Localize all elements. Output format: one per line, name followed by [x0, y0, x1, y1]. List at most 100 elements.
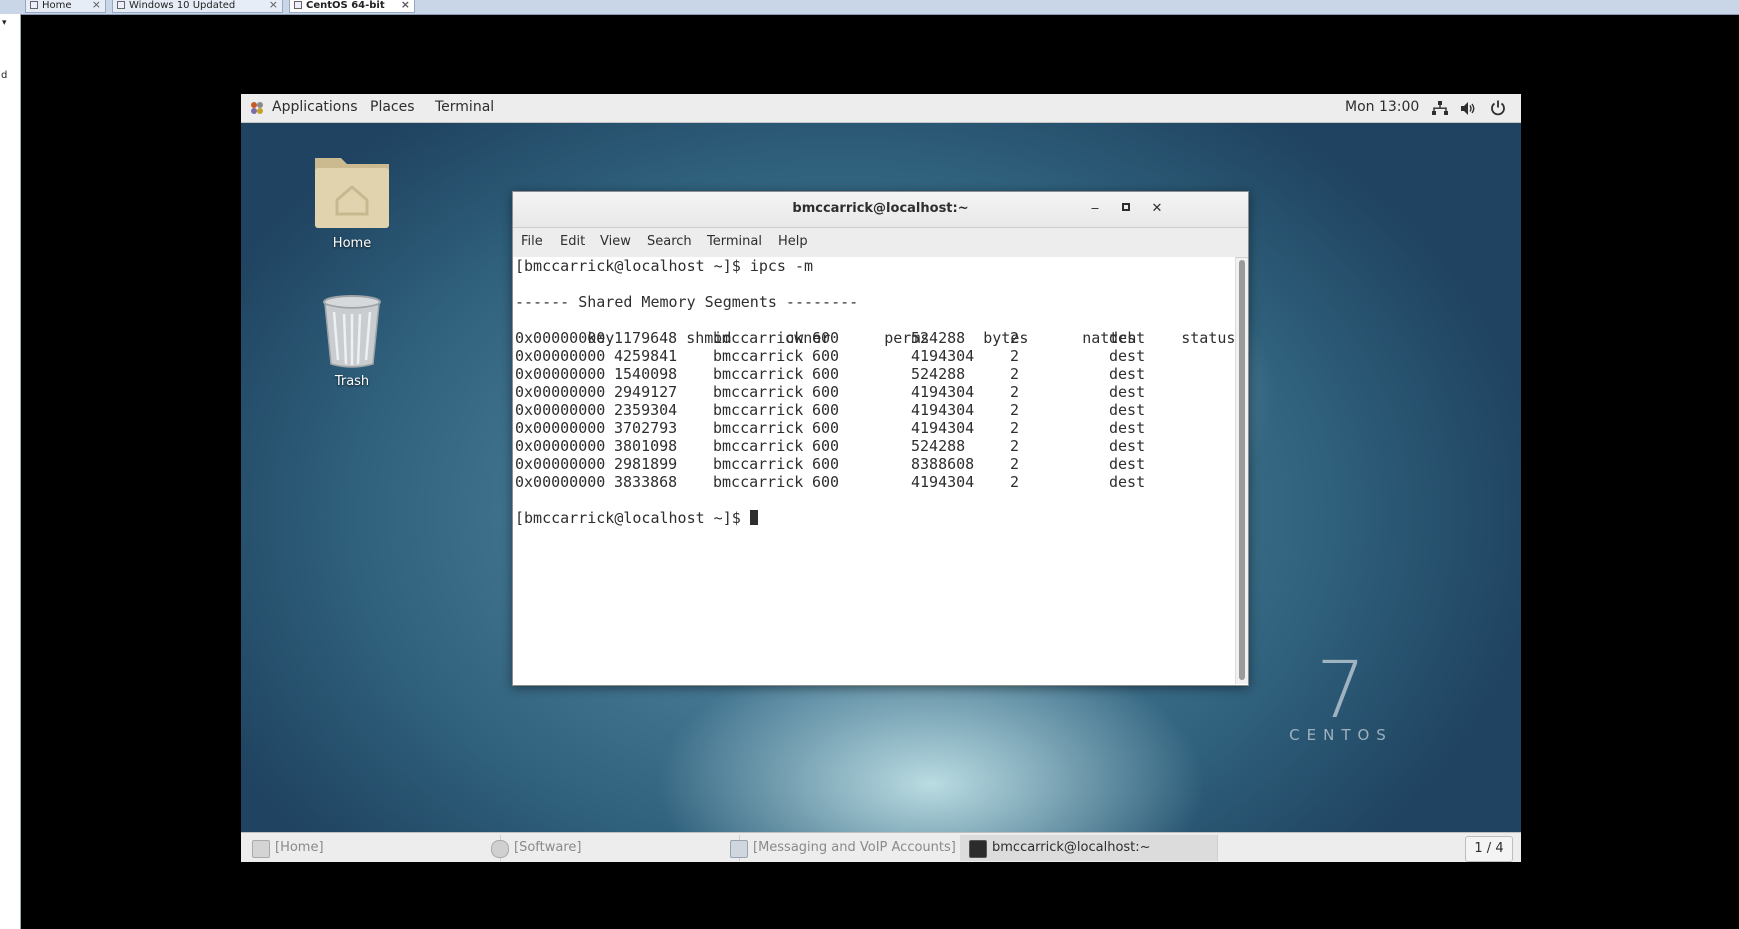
desktop-trash[interactable]: Trash: [302, 294, 402, 389]
segment-cell: 2: [1010, 437, 1020, 455]
menu-edit[interactable]: Edit: [560, 234, 585, 249]
segment-cell: bmccarrick: [713, 419, 804, 437]
close-icon[interactable]: ×: [269, 0, 278, 10]
segment-cell: 0x00000000: [515, 473, 606, 491]
segment-cell: 0x00000000: [515, 365, 606, 383]
terminal-title: bmccarrick@localhost:~: [792, 201, 969, 216]
segment-cell: 524288: [911, 437, 966, 455]
segment-row: 0x00000000 3833868 bmccarrick 600 4194304 2 de…: [515, 473, 1235, 491]
close-icon[interactable]: ✕: [1147, 199, 1167, 219]
taskbar-item-messaging[interactable]: [Messaging and VoIP Accounts]: [721, 835, 979, 861]
host-tab-label: CentOS 64-bit: [306, 0, 385, 11]
menu-file[interactable]: File: [521, 234, 543, 249]
host-tab-label: Windows 10 Updated: [129, 0, 236, 11]
segment-cell: 0x00000000: [515, 347, 606, 365]
segment-row: 0x00000000 2359304 bmccarrick 600 4194304 2 de…: [515, 401, 1235, 419]
segment-row: 0x00000000 3702793 bmccarrick 600 4194304 2 de…: [515, 419, 1235, 437]
wallpaper-word: CENTOS: [1289, 726, 1393, 744]
trash-icon: [323, 295, 381, 368]
taskbar-label: [Home]: [275, 840, 324, 855]
segment-cell: bmccarrick: [713, 455, 804, 473]
scrollbar-thumb[interactable]: [1239, 260, 1245, 680]
segment-cell: 4194304: [911, 347, 975, 365]
segment-rows: 0x00000000 1179648 bmccarrick 600 524288 2 des…: [515, 329, 1235, 491]
segment-cell: 2981899: [614, 455, 678, 473]
desktop-home-folder[interactable]: Home: [302, 152, 402, 251]
close-icon[interactable]: ×: [401, 0, 410, 10]
column-header-row: key shmid owner perms bytes nattch status: [515, 311, 1235, 347]
prompt: [bmccarrick@localhost ~]$: [515, 257, 750, 275]
close-icon[interactable]: ×: [92, 0, 101, 10]
segment-cell: 2: [1010, 329, 1020, 347]
segment-cell: 2: [1010, 473, 1020, 491]
folder-icon: [252, 840, 270, 858]
applications-menu[interactable]: Applications: [272, 99, 358, 115]
segment-cell: dest: [1109, 419, 1146, 437]
segment-cell: 600: [812, 365, 840, 383]
segment-cell: 2359304: [614, 401, 678, 419]
terminal-output[interactable]: [bmccarrick@localhost ~]$ ipcs -m ------…: [513, 257, 1235, 685]
segment-cell: dest: [1109, 365, 1146, 383]
segment-cell: 4194304: [911, 473, 975, 491]
applications-icon: [251, 102, 263, 114]
section-header: ------ Shared Memory Segments --------: [515, 293, 859, 311]
terminal-titlebar[interactable]: bmccarrick@localhost:~ ‒ ✕: [513, 192, 1248, 228]
power-icon[interactable]: [1490, 100, 1506, 116]
segment-row: 0x00000000 3801098 bmccarrick 600 524288 2 des…: [515, 437, 1235, 455]
segment-cell: 1179648: [614, 329, 678, 347]
segment-cell: dest: [1109, 401, 1146, 419]
menu-help[interactable]: Help: [778, 234, 808, 249]
segment-cell: 3801098: [614, 437, 678, 455]
segment-cell: 0x00000000: [515, 455, 606, 473]
segment-cell: 4194304: [911, 401, 975, 419]
segment-cell: bmccarrick: [713, 473, 804, 491]
segment-cell: 4259841: [614, 347, 678, 365]
terminal-window[interactable]: bmccarrick@localhost:~ ‒ ✕ File Edit Vie…: [512, 191, 1249, 686]
segment-cell: 2: [1010, 347, 1020, 365]
vm-tab-icon: [294, 1, 302, 9]
clock[interactable]: Mon 13:00: [1345, 99, 1419, 115]
segment-cell: dest: [1109, 329, 1146, 347]
menu-terminal[interactable]: Terminal: [707, 234, 762, 249]
segment-cell: 600: [812, 329, 840, 347]
segment-cell: 524288: [911, 329, 966, 347]
segment-cell: 2: [1010, 383, 1020, 401]
volume-icon[interactable]: [1461, 101, 1477, 116]
segment-cell: 2: [1010, 401, 1020, 419]
workspace-indicator[interactable]: 1 / 4: [1465, 836, 1513, 862]
segment-cell: 4194304: [911, 383, 975, 401]
terminal-scrollbar[interactable]: [1235, 258, 1248, 684]
chevron-down-icon[interactable]: ▾: [2, 18, 7, 28]
home-tab-icon: [30, 1, 38, 9]
maximize-icon[interactable]: [1116, 199, 1136, 219]
taskbar-item-software[interactable]: [Software]: [482, 835, 740, 861]
places-menu[interactable]: Places: [370, 99, 415, 115]
segment-cell: 0x00000000: [515, 329, 606, 347]
taskbar-item-terminal[interactable]: bmccarrick@localhost:~: [960, 835, 1218, 861]
segment-row: 0x00000000 1179648 bmccarrick 600 524288 2 des…: [515, 329, 1235, 347]
segment-cell: bmccarrick: [713, 329, 804, 347]
host-tab-windows[interactable]: Windows 10 Updated ×: [112, 0, 283, 13]
minimize-icon[interactable]: ‒: [1085, 199, 1105, 219]
segment-cell: 8388608: [911, 455, 975, 473]
guest-screen[interactable]: Applications Places Terminal Mon 13:00 H…: [241, 94, 1521, 862]
host-tab-centos[interactable]: CentOS 64-bit ×: [289, 0, 415, 13]
taskbar-item-home[interactable]: [Home]: [243, 835, 501, 861]
menu-search[interactable]: Search: [647, 234, 692, 249]
segment-cell: 2: [1010, 455, 1020, 473]
sidebar-fragment: d: [1, 70, 8, 81]
prompt-line: [bmccarrick@localhost ~]$: [515, 509, 1235, 527]
segment-cell: 600: [812, 383, 840, 401]
prompt: [bmccarrick@localhost ~]$: [515, 509, 750, 527]
desktop-trash-label: Trash: [334, 374, 370, 389]
segment-cell: bmccarrick: [713, 347, 804, 365]
folder-icon: [315, 158, 389, 228]
messaging-icon: [730, 840, 748, 858]
menu-view[interactable]: View: [600, 234, 631, 249]
host-tab-home[interactable]: Home ×: [25, 0, 106, 13]
network-icon[interactable]: [1432, 101, 1448, 116]
segment-cell: 1540098: [614, 365, 678, 383]
terminal-app-menu[interactable]: Terminal: [435, 99, 494, 115]
